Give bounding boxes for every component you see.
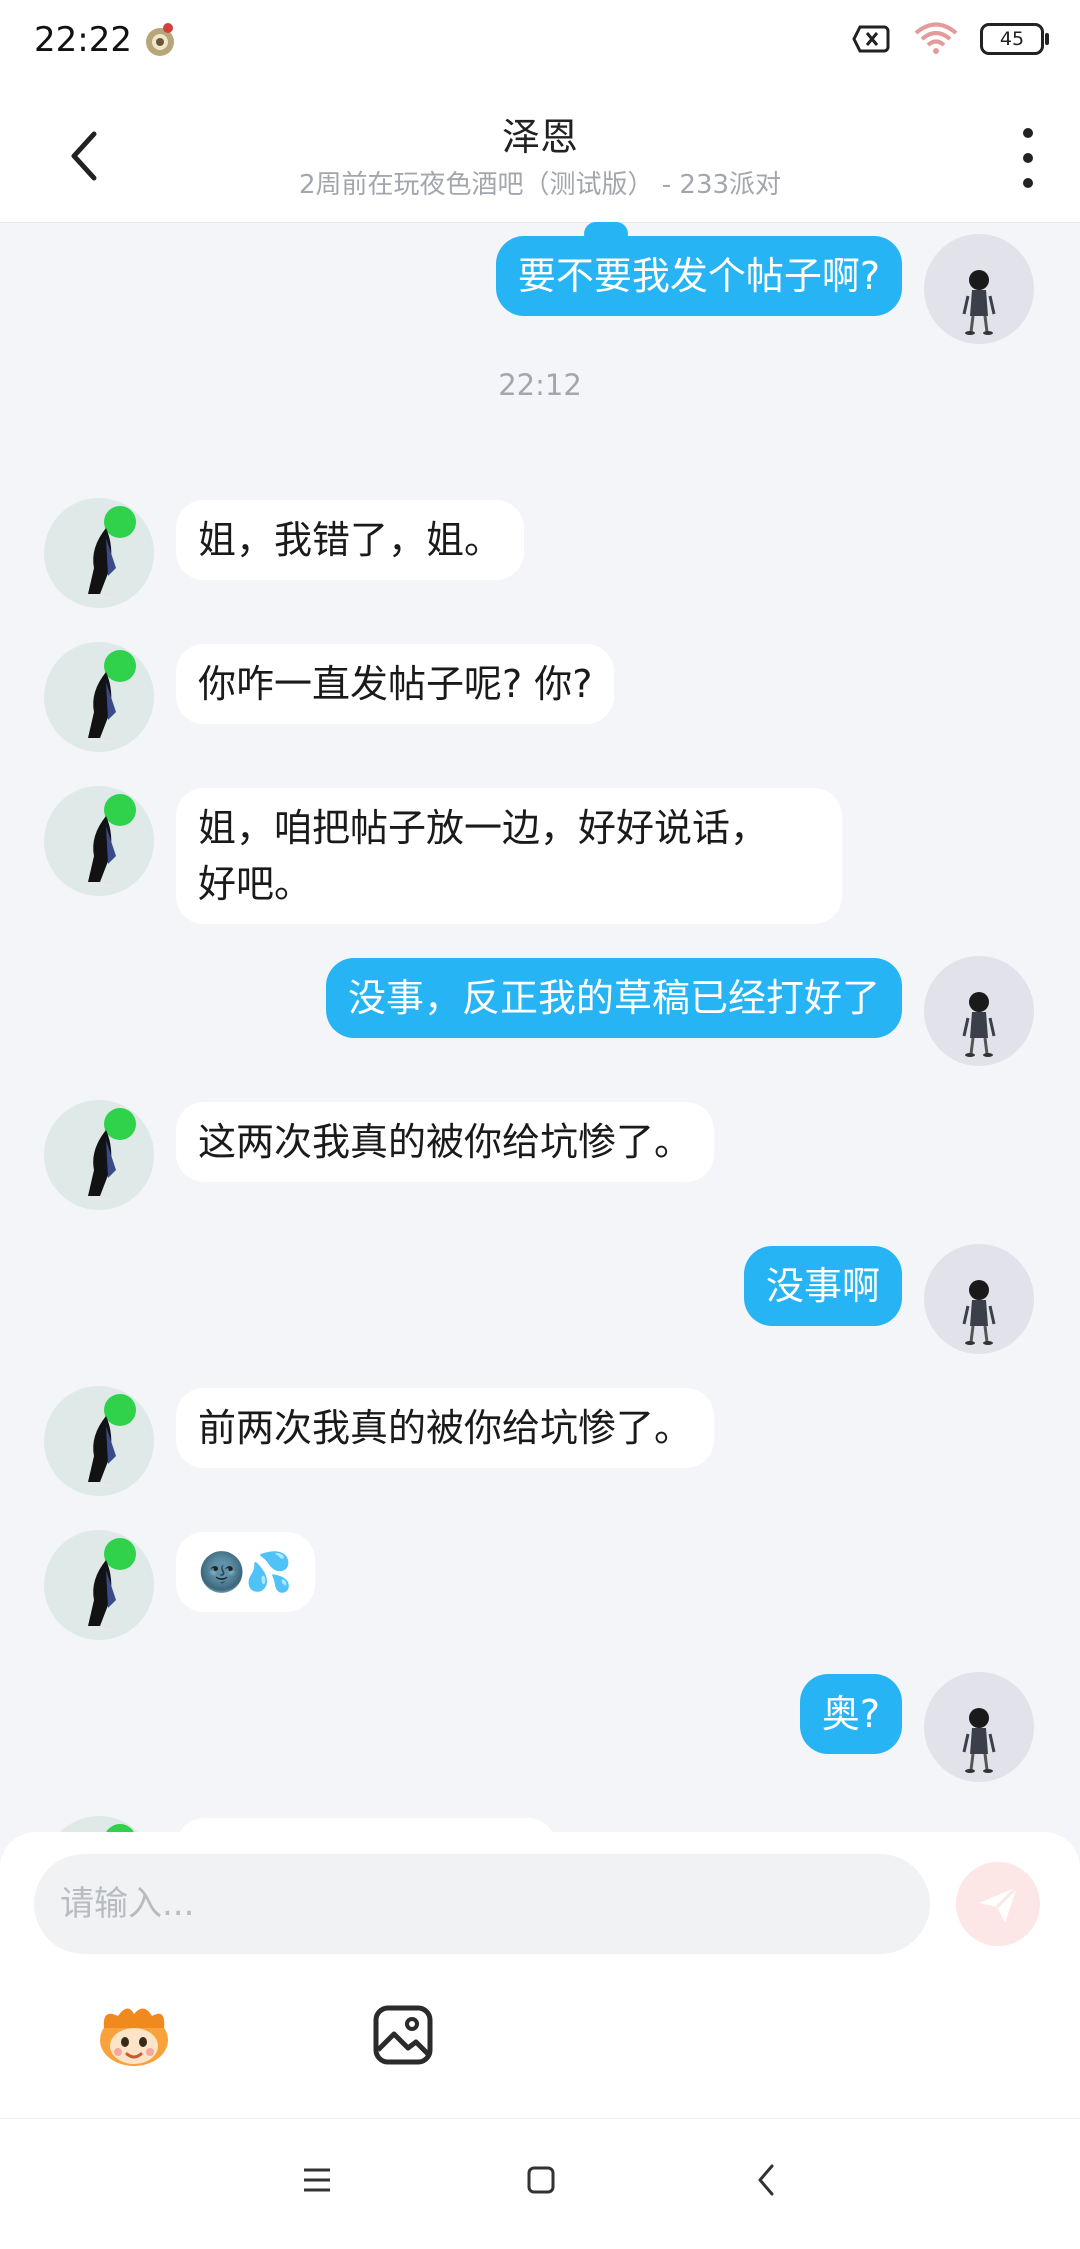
home-square-icon[interactable] [526, 2165, 556, 2195]
green-hair-character-icon [106, 1824, 134, 1832]
sim-x-icon [852, 25, 890, 53]
message-text-line: 好吧。 [198, 862, 313, 906]
wifi-icon [914, 22, 958, 54]
green-hair-character-icon [88, 794, 136, 888]
contact-avatar[interactable] [44, 786, 154, 896]
notification-app-icon [146, 23, 174, 56]
green-hair-character-icon [88, 1108, 136, 1202]
contact-avatar[interactable] [44, 1100, 154, 1210]
contact-status: 2周前在玩夜色酒吧（测试版） - 233派对 [298, 170, 782, 200]
contact-avatar[interactable] [44, 498, 154, 608]
system-nav-bar [0, 2118, 1080, 2249]
message-bubble[interactable]: 没事啊 [743, 1246, 902, 1326]
message-bubble[interactable]: 姐，我错了，姐。 [176, 500, 525, 580]
message-bubble[interactable]: 没事，反正我的草稿已经打好了 [325, 958, 902, 1038]
girl-figure-icon [962, 1280, 996, 1345]
contact-avatar[interactable] [44, 1816, 154, 1832]
message-text-line: 姐，咱把帖子放一边，好好说话， [198, 806, 769, 850]
message-bubble[interactable]: 前两次我真的被你给坑惨了。 [176, 1388, 715, 1468]
contact-avatar[interactable] [44, 1530, 154, 1640]
message-composer [0, 1832, 1080, 2118]
green-hair-character-icon [88, 506, 136, 600]
chat-messages[interactable]: 要不要我发个帖子啊? 22:12 姐，我错了，姐。 你咋一直发帖子呢? 你? 姐… [0, 222, 1080, 1832]
green-hair-character-icon [88, 650, 136, 744]
contact-name: 泽恩 [501, 115, 578, 159]
contact-avatar[interactable] [44, 642, 154, 752]
message-bubble-partial[interactable] [176, 1818, 556, 1832]
status-time: 22:22 [34, 20, 132, 60]
my-avatar[interactable] [924, 956, 1034, 1066]
battery-indicator: 45 [980, 23, 1049, 55]
my-avatar[interactable] [924, 234, 1034, 344]
more-options-icon[interactable] [1016, 128, 1040, 188]
girl-figure-icon [962, 270, 996, 335]
contact-avatar[interactable] [44, 1386, 154, 1496]
green-hair-character-icon [88, 1394, 136, 1488]
message-input[interactable] [34, 1854, 930, 1954]
message-bubble[interactable]: 姐，咱把帖子放一边，好好说话， 好吧。 [176, 788, 842, 924]
chat-header: 泽恩 2周前在玩夜色酒吧（测试版） - 233派对 [0, 90, 1080, 223]
message-bubble[interactable]: 要不要我发个帖子啊? [495, 236, 902, 316]
my-avatar[interactable] [924, 1672, 1034, 1782]
emoji-sticker-icon[interactable] [94, 1998, 174, 2070]
chat-timestamp: 22:12 [498, 368, 582, 402]
send-button[interactable] [956, 1862, 1040, 1946]
my-avatar[interactable] [924, 1244, 1034, 1354]
message-bubble[interactable]: 这两次我真的被你给坑惨了。 [176, 1102, 715, 1182]
message-bubble[interactable]: 奥? [799, 1674, 902, 1754]
recent-apps-menu-icon[interactable] [302, 2165, 332, 2195]
status-bar: 22:22 45 [0, 0, 1080, 90]
image-picker-icon[interactable] [372, 2004, 434, 2066]
girl-figure-icon [962, 1708, 996, 1773]
nav-back-icon[interactable] [756, 2163, 776, 2197]
green-hair-character-icon [88, 1538, 136, 1632]
send-plane-icon [979, 1885, 1019, 1923]
girl-figure-icon [962, 992, 996, 1057]
message-bubble[interactable]: 你咋一直发帖子呢? 你? [176, 644, 615, 724]
message-bubble[interactable]: 🌚💦 [176, 1532, 315, 1612]
